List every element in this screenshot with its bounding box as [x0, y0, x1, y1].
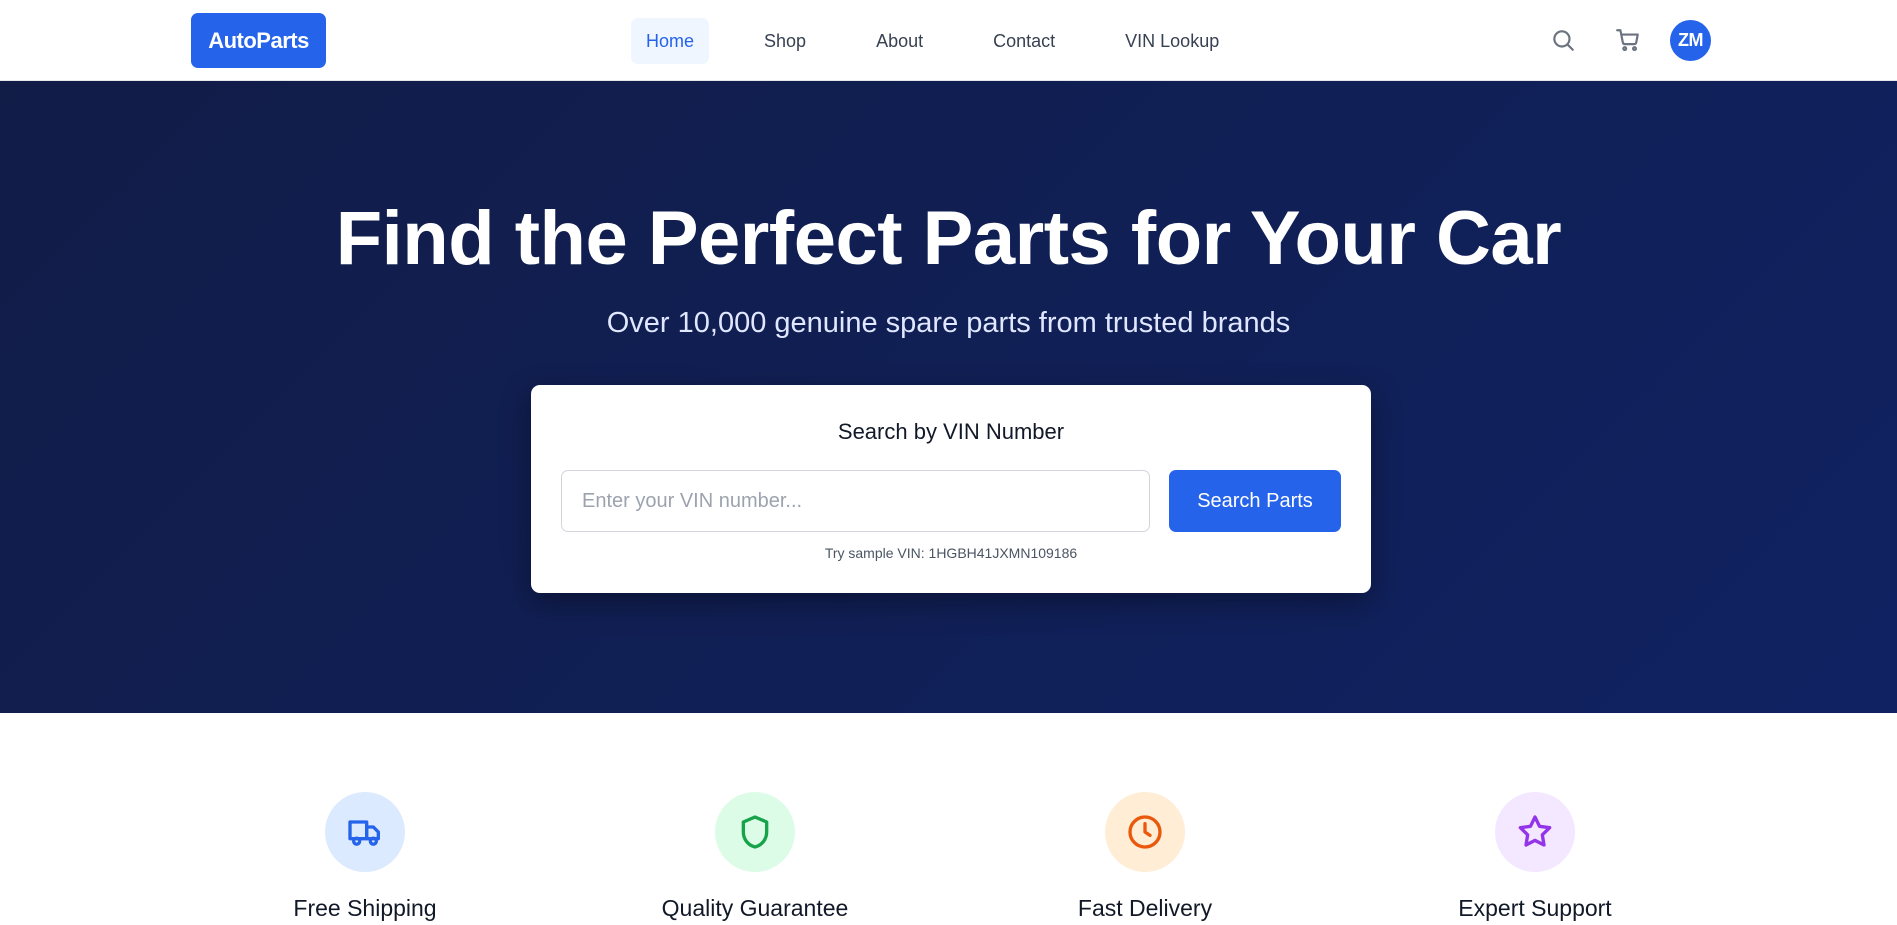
search-parts-button[interactable]: Search Parts [1169, 470, 1341, 532]
nav-link-about[interactable]: About [861, 18, 938, 64]
logo[interactable]: AutoParts [191, 13, 326, 68]
star-icon [1495, 792, 1575, 872]
navbar: AutoParts Home Shop About Contact VIN Lo… [0, 0, 1897, 81]
feature-title: Free Shipping [293, 895, 437, 921]
cart-icon[interactable] [1612, 24, 1644, 56]
hero-title: Find the Perfect Parts for Your Car [335, 196, 1562, 281]
feature-title: Fast Delivery [1077, 895, 1213, 921]
search-icon[interactable] [1547, 24, 1579, 56]
nav-link-home[interactable]: Home [631, 18, 710, 64]
hero-subtitle: Over 10,000 genuine spare parts from tru… [606, 307, 1291, 339]
vin-search-card: Search by VIN Number Search Parts Try sa… [531, 385, 1371, 593]
clock-icon [1105, 792, 1185, 872]
nav-link-shop[interactable]: Shop [749, 18, 821, 64]
truck-icon [325, 792, 405, 872]
sample-vin-hint: Try sample VIN: 1HGBH41JXMN109186 [824, 545, 1078, 561]
feature-title: Expert Support [1458, 895, 1612, 921]
vin-search-title: Search by VIN Number [837, 419, 1065, 444]
nav-link-contact[interactable]: Contact [978, 18, 1070, 64]
feature-title: Quality Guarantee [661, 895, 849, 921]
avatar[interactable]: ZM [1670, 20, 1711, 61]
hero-section: Find the Perfect Parts for Your Car Over… [0, 81, 1897, 713]
nav-link-vin-lookup[interactable]: VIN Lookup [1110, 18, 1234, 64]
vin-input[interactable] [561, 470, 1150, 532]
nav-links: Home Shop About Contact VIN Lookup [631, 18, 1234, 64]
shield-icon [715, 792, 795, 872]
